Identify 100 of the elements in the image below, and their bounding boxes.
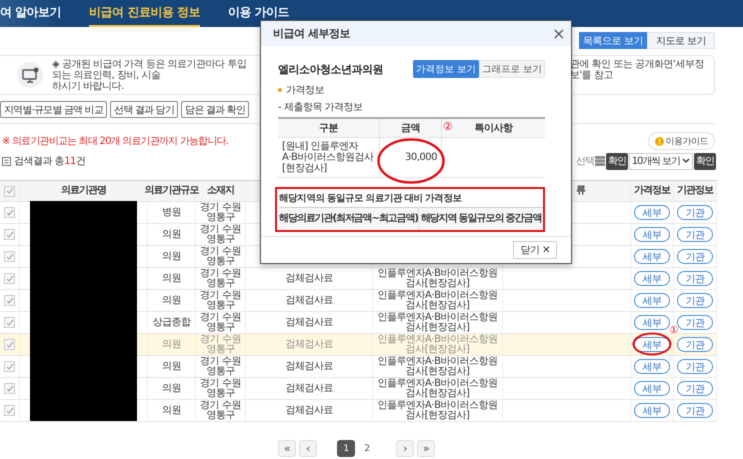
checkbox[interactable]	[4, 405, 15, 416]
next-page-button[interactable]: ›	[396, 440, 414, 457]
info-icon	[654, 136, 664, 146]
detail-button[interactable]: 세부	[634, 271, 670, 286]
annotation-number: ②	[443, 120, 452, 133]
select-label: 선택	[576, 155, 594, 168]
table-cell-text: 경기 수원영통구	[199, 312, 242, 332]
table-cell-text: 인플루엔자A·B바이러스항원검사[현장검사]	[376, 378, 498, 398]
detail-button[interactable]: 세부	[634, 359, 670, 374]
detail-button[interactable]: 세부	[634, 403, 670, 418]
notice-text: 관에 확인 또는 공개화면'세부정보'를 참고	[570, 58, 705, 80]
grid-icon[interactable]	[594, 156, 605, 166]
chevron-down-icon	[682, 158, 690, 164]
table-cell-text: 인플루엔자A·B바이러스항원검사[현장검사]	[376, 268, 498, 288]
annotation-circle	[377, 138, 445, 184]
close-dialog-button[interactable]: 닫기 ✕	[513, 241, 557, 259]
table-cell: 30,000	[405, 152, 437, 163]
institution-button[interactable]: 기관	[677, 249, 713, 264]
table-cell: 검체검사료	[285, 318, 333, 328]
institution-button[interactable]: 기관	[677, 271, 713, 286]
detail-button[interactable]: 세부	[634, 249, 670, 264]
checkbox[interactable]	[4, 273, 15, 284]
column-header: 기관정보	[677, 186, 713, 196]
table-cell-text: 인플루엔자A·B바이러스항원검사[현장검사]	[376, 334, 498, 354]
checkbox[interactable]	[4, 361, 15, 372]
table-cell: 검체검사료	[285, 384, 333, 394]
table-cell-text: 경기 수원영통구	[199, 268, 242, 288]
checkbox[interactable]	[4, 251, 15, 262]
checkbox[interactable]	[4, 339, 15, 350]
notice-text: ◈ 공개된 비급여 가격 등은 의료기관마다 투입되는 의료인력, 장비, 시술	[52, 58, 248, 80]
table-cell: [원내] 인플루엔자 A·B바이러스항원검사[현장검사]	[282, 141, 375, 174]
institution-button[interactable]: 기관	[677, 227, 713, 242]
view-tab[interactable]: 그래프로 보기	[479, 60, 545, 78]
result-count: 검색결과 총11건	[14, 155, 86, 168]
detail-button[interactable]: 세부	[634, 227, 670, 242]
notice-text: 하시기 바랍니다.	[52, 80, 124, 92]
page-button[interactable]: 1	[337, 440, 355, 457]
last-page-button[interactable]: »	[417, 440, 435, 457]
table-cell: 의원	[162, 362, 181, 372]
view-toggle-button[interactable]: 지도로 보기	[647, 32, 715, 49]
institution-button[interactable]: 기관	[677, 315, 713, 330]
table-cell-text: 인플루엔자A·B바이러스항원검사[현장검사]	[376, 400, 498, 420]
list-icon	[2, 156, 11, 166]
subsection-title: - 제출항목 가격정보	[278, 101, 362, 114]
checkbox[interactable]	[4, 383, 15, 394]
institution-button[interactable]: 기관	[677, 359, 713, 374]
guide-button[interactable]: 이용가이드	[648, 132, 715, 150]
table-cell: 의원	[162, 252, 181, 262]
checkbox[interactable]	[4, 186, 15, 196]
checkbox[interactable]	[4, 295, 15, 306]
checkbox[interactable]	[4, 207, 15, 218]
table-cell: 병원	[162, 208, 181, 218]
detail-button[interactable]: 세부	[634, 205, 670, 220]
table-cell-text: 경기 수원영통구	[199, 290, 242, 310]
confirm-button[interactable]: 확인	[606, 152, 628, 170]
dialog-title: 비급여 세부정보	[273, 26, 350, 41]
action-button[interactable]: 선택 결과 담기	[110, 101, 178, 118]
detail-button[interactable]: 세부	[634, 293, 670, 308]
nav-tab[interactable]: 여 알아보기	[0, 0, 62, 27]
column-header: 해당의료기관(최저금액~최고금액)	[279, 214, 418, 224]
view-toggle-button[interactable]: 목록으로 보기	[579, 32, 647, 49]
table-cell-text: 인플루엔자A·B바이러스항원검사[현장검사]	[376, 290, 498, 310]
checkbox[interactable]	[4, 317, 15, 328]
table-cell: 의원	[162, 230, 181, 240]
table-cell: 검체검사료	[285, 362, 333, 372]
table-cell: 상급종합	[152, 318, 190, 328]
nav-tab[interactable]: 비급여 진료비용 정보	[89, 0, 200, 27]
institution-button[interactable]: 기관	[677, 205, 713, 220]
bullet-icon	[278, 88, 282, 92]
column-header: 의료기관명	[61, 186, 106, 196]
first-page-button[interactable]: «	[278, 440, 296, 457]
annotation-circle	[632, 332, 672, 356]
institution-button[interactable]: 기관	[677, 293, 713, 308]
table-cell-text: 경기 수원영통구	[199, 224, 242, 244]
monitor-icon	[16, 61, 44, 89]
confirm-button[interactable]: 확인	[694, 152, 716, 170]
institution-button[interactable]: 기관	[677, 403, 713, 418]
action-button[interactable]: 지역별·규모별 금액 비교	[0, 101, 108, 118]
table-cell: 의원	[162, 274, 181, 284]
table-cell: 의원	[162, 384, 181, 394]
table-cell: 의원	[162, 406, 181, 416]
table-cell-text: 경기 수원영통구	[199, 334, 242, 354]
detail-button[interactable]: 세부	[634, 315, 670, 330]
table-cell-text: 인플루엔자A·B바이러스항원검사[현장검사]	[376, 312, 498, 332]
page-size-select[interactable]: 10개씩 보기	[628, 152, 693, 170]
institution-button[interactable]: 기관	[677, 337, 713, 352]
column-header: 소재지	[207, 186, 234, 196]
action-button[interactable]: 담은 결과 확인	[181, 101, 250, 118]
detail-button[interactable]: 세부	[634, 381, 670, 396]
table-cell: 의원	[162, 340, 181, 350]
table-cell: 검체검사료	[285, 296, 333, 306]
compare-note: ※ 의료기관비교는 최대 20개 의료기관까지 가능합니다.	[2, 135, 228, 148]
close-button[interactable]: ×	[552, 26, 565, 42]
checkbox[interactable]	[4, 229, 15, 240]
view-tab[interactable]: 가격정보 보기	[413, 60, 479, 78]
table-cell-text: 경기 수원영통구	[199, 400, 242, 420]
column-header: 류	[576, 186, 585, 196]
table-cell-text: 경기 수원영통구	[199, 378, 242, 398]
previous-page-button[interactable]: ‹	[299, 440, 317, 457]
institution-button[interactable]: 기관	[677, 381, 713, 396]
